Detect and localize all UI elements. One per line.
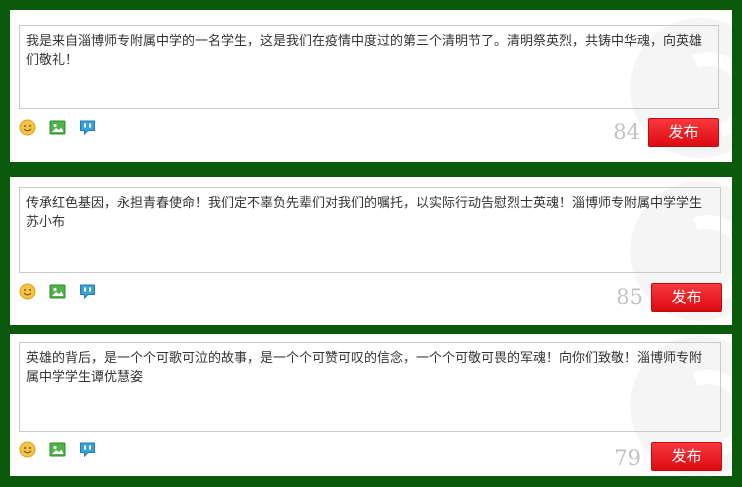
post-composer-3: 英雄的背后，是一个个可歌可泣的故事，是一个个可赞可叹的信念，一个个可敬可畏的军魂… xyxy=(10,334,732,476)
image-icon[interactable] xyxy=(49,441,66,458)
topic-icon[interactable] xyxy=(79,119,96,136)
char-counter: 85 xyxy=(616,285,643,309)
publish-button[interactable]: 发布 xyxy=(651,283,722,312)
toolbar-icons xyxy=(19,283,96,300)
char-counter: 84 xyxy=(613,120,640,144)
post-textarea[interactable]: 英雄的背后，是一个个可歌可泣的故事，是一个个可赞可叹的信念，一个个可敬可畏的军魂… xyxy=(19,342,721,432)
topic-icon[interactable] xyxy=(79,283,96,300)
toolbar-icons xyxy=(19,441,96,458)
post-composer-2: 传承红色基因，永担青春使命！我们定不辜负先辈们对我们的嘱托，以实际行动告慰烈士英… xyxy=(10,177,732,325)
post-composer-1: 我是来自淄博师专附属中学的一名学生，这是我们在疫情中度过的第三个清明节了。清明祭… xyxy=(10,10,732,162)
publish-button[interactable]: 发布 xyxy=(651,442,722,471)
image-icon[interactable] xyxy=(49,119,66,136)
emoji-icon[interactable] xyxy=(19,283,36,300)
emoji-icon[interactable] xyxy=(19,119,36,136)
image-icon[interactable] xyxy=(49,283,66,300)
emoji-icon[interactable] xyxy=(19,441,36,458)
publish-button[interactable]: 发布 xyxy=(648,118,719,147)
toolbar-icons xyxy=(19,119,96,136)
char-counter: 79 xyxy=(614,446,641,470)
topic-icon[interactable] xyxy=(79,441,96,458)
post-textarea[interactable]: 我是来自淄博师专附属中学的一名学生，这是我们在疫情中度过的第三个清明节了。清明祭… xyxy=(19,25,719,109)
post-textarea[interactable]: 传承红色基因，永担青春使命！我们定不辜负先辈们对我们的嘱托，以实际行动告慰烈士英… xyxy=(19,187,721,273)
